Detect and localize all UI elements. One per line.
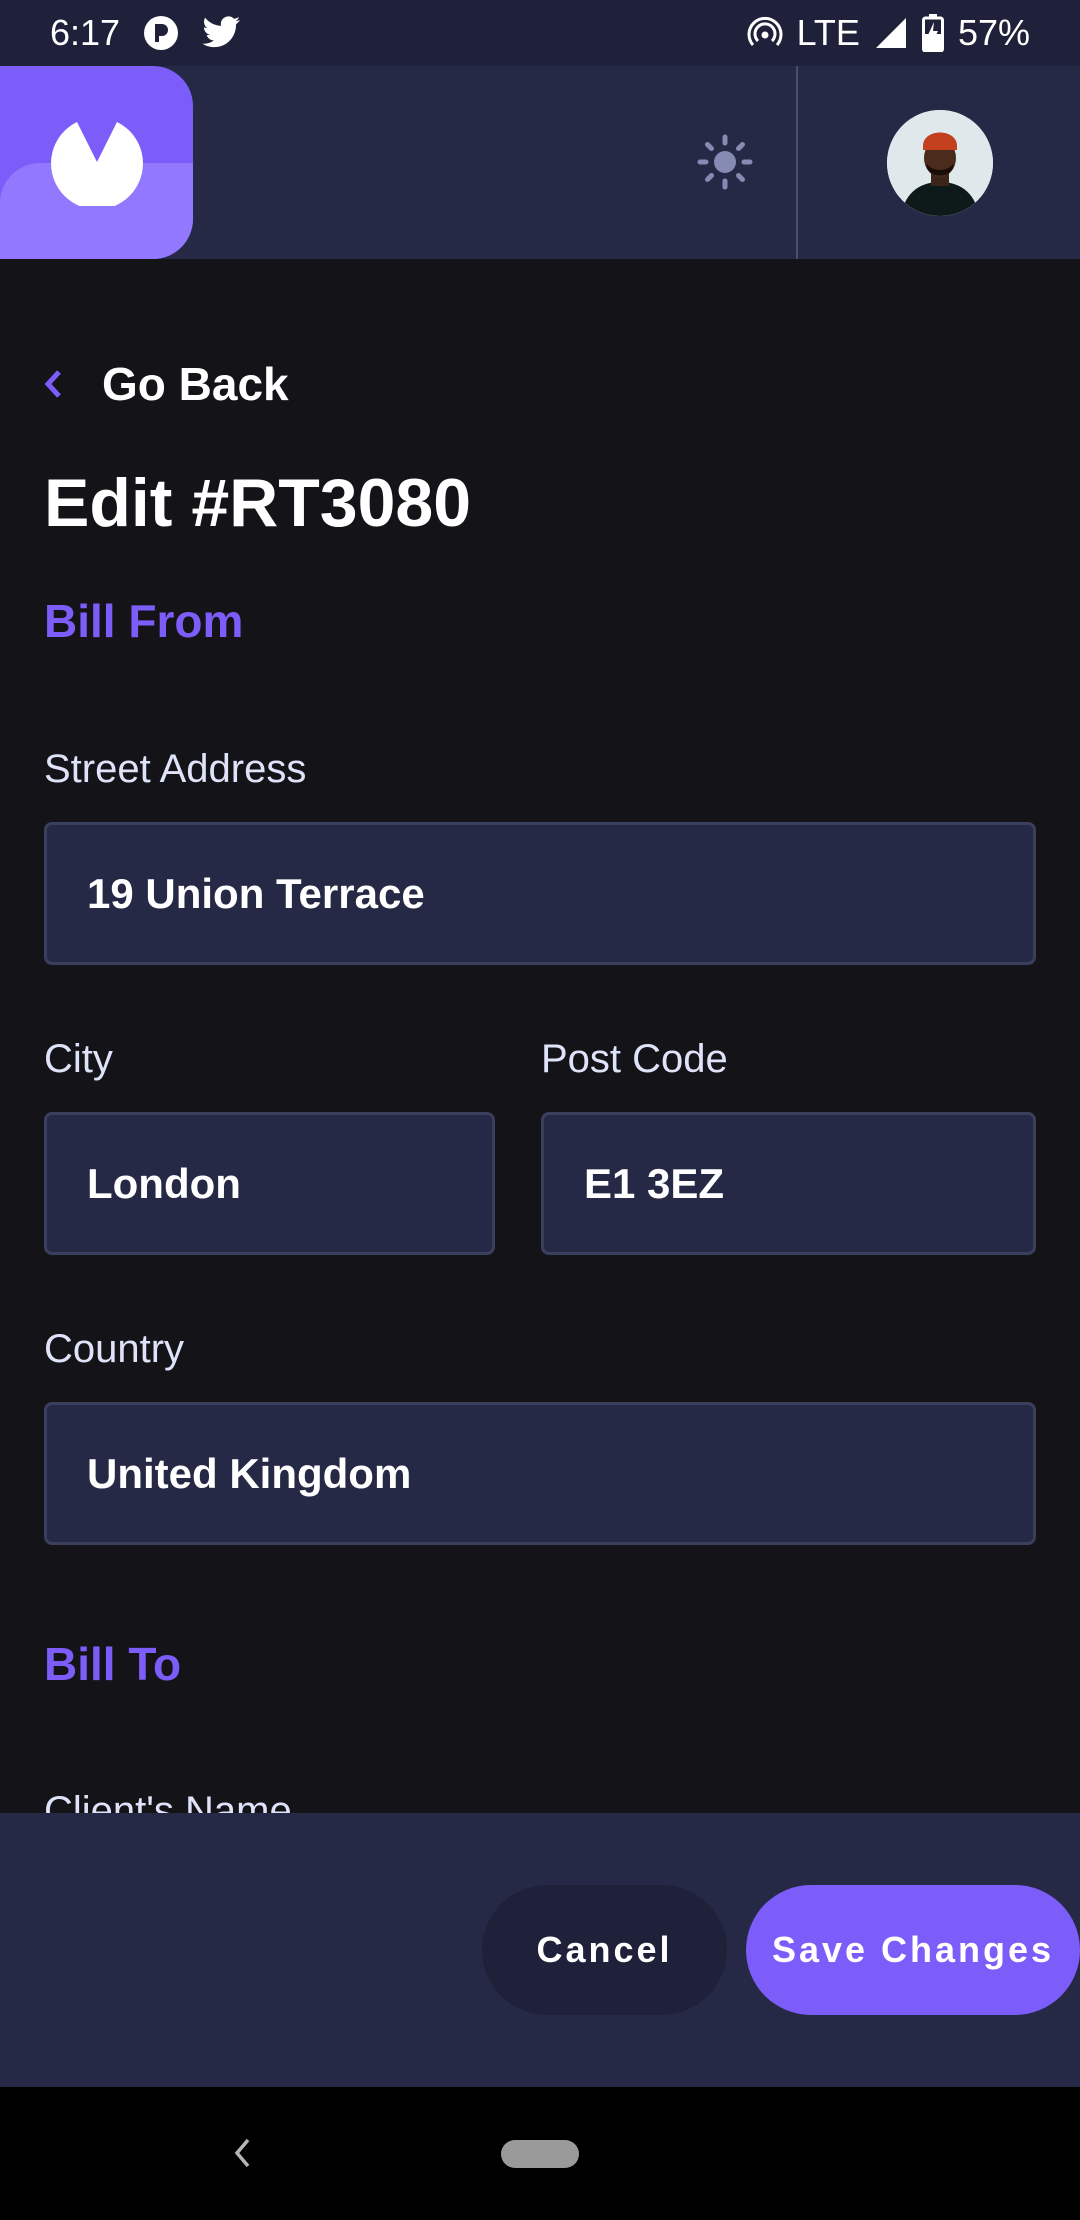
country-input[interactable] <box>44 1402 1036 1545</box>
battery-level: 57% <box>957 12 1030 53</box>
post-code-input[interactable] <box>541 1112 1036 1255</box>
back-arrow-icon <box>234 2138 250 2168</box>
notification-app-icon <box>142 14 180 52</box>
bill-from-heading: Bill From <box>44 595 244 647</box>
status-time: 6:17 <box>50 12 121 53</box>
page-title: Edit #RT3080 <box>44 465 472 541</box>
status-right: LTE 57% <box>747 12 1030 54</box>
save-changes-button[interactable]: Save Changes <box>746 1885 1080 2015</box>
network-type: LTE <box>796 12 860 53</box>
country-label: Country <box>44 1327 185 1371</box>
go-back-label: Go Back <box>102 358 289 410</box>
city-input[interactable] <box>44 1112 495 1255</box>
app-logo[interactable] <box>0 66 193 259</box>
theme-toggle-button[interactable] <box>693 130 757 194</box>
avatar-icon <box>887 110 993 216</box>
invoice-app-logo-icon <box>50 121 143 206</box>
app-screen: 6:17 LTE 57% Go Back Edit #RT3080 Bill F… <box>0 0 1080 2220</box>
go-back-link[interactable]: Go Back <box>44 357 289 411</box>
chevron-left-icon <box>44 370 61 398</box>
header-divider <box>796 66 798 259</box>
sun-icon <box>697 134 753 190</box>
system-back-button[interactable] <box>222 2131 262 2175</box>
signal-icon <box>874 16 908 50</box>
city-label: City <box>44 1037 113 1081</box>
cancel-button[interactable]: Cancel <box>482 1885 727 2015</box>
post-code-label: Post Code <box>541 1037 728 1081</box>
bill-to-heading: Bill To <box>44 1638 182 1690</box>
twitter-icon <box>202 16 242 50</box>
user-avatar[interactable] <box>887 110 993 216</box>
home-pill[interactable] <box>501 2140 579 2168</box>
form-footer: Cancel Save Changes <box>0 1813 1080 2087</box>
hotspot-icon <box>747 15 783 51</box>
street-address-label: Street Address <box>44 747 307 791</box>
street-address-input[interactable] <box>44 822 1036 965</box>
status-bar: 6:17 LTE 57% <box>0 0 1080 66</box>
system-nav-bar <box>0 2087 1080 2220</box>
status-left: 6:17 <box>50 12 242 54</box>
app-header <box>0 66 1080 259</box>
battery-charging-icon <box>921 14 944 52</box>
